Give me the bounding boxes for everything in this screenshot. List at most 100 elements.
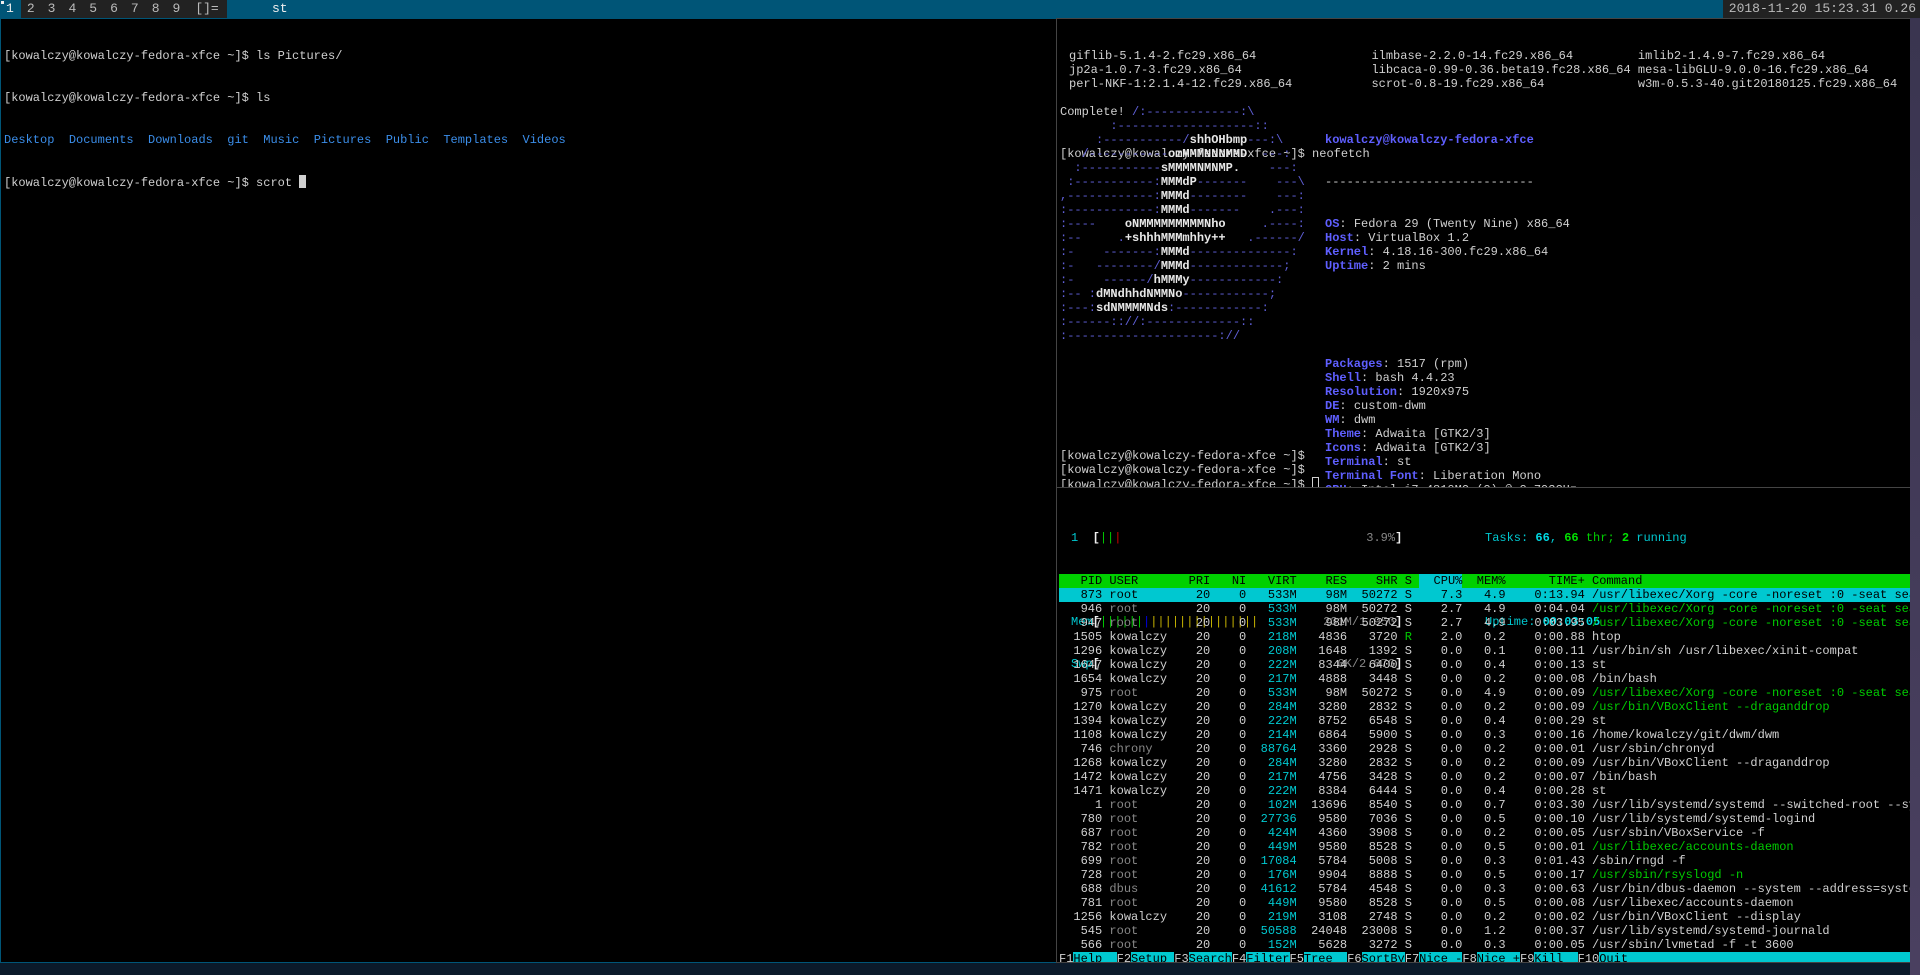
tag-7[interactable]: 7 — [125, 0, 146, 18]
fkey-f2[interactable]: F2Setup — [1116, 952, 1175, 962]
info-key: Host — [1325, 231, 1354, 245]
terminal-line: [kowalczy@kowalczy-fedora-xfce ~]$ — [1060, 449, 1313, 463]
command-input[interactable]: scrot — [256, 176, 299, 190]
table-row[interactable]: 728 root 20 0 176M 9904 8888 S 0.0 0.5 0… — [1059, 868, 1915, 882]
fkey-f7[interactable]: F7Nice - — [1404, 952, 1463, 962]
tag-9[interactable]: 9 — [167, 0, 188, 18]
table-row[interactable]: 566 root 20 0 152M 5628 3272 S 0.0 0.3 0… — [1059, 938, 1915, 952]
fkey-f5[interactable]: F5Tree — [1289, 952, 1348, 962]
cell-mem: 0.2 — [1462, 770, 1506, 784]
column-header-time[interactable]: TIME+ — [1506, 574, 1585, 588]
fkey-f8[interactable]: F8Nice + — [1462, 952, 1520, 962]
terminal-window-left[interactable]: [kowalczy@kowalczy-fedora-xfce ~]$ ls Pi… — [0, 18, 1057, 963]
table-row[interactable]: 687 root 20 0 424M 4360 3908 S 0.0 0.2 0… — [1059, 826, 1915, 840]
table-row[interactable]: 1471 kowalczy 20 0 222M 8384 6444 S 0.0 … — [1059, 784, 1915, 798]
prompt: [kowalczy@kowalczy-fedora-xfce ~]$ — [4, 176, 257, 190]
cell-ni: 0 — [1210, 854, 1247, 868]
cell-ni: 0 — [1210, 588, 1247, 602]
directory-entry[interactable]: Music — [263, 133, 313, 147]
ls-output: Desktop Documents Downloads git Music Pi… — [4, 133, 566, 147]
fkey-f6[interactable]: F6SortBy — [1347, 952, 1405, 962]
fkey-f10[interactable]: F10Quit — [1577, 952, 1629, 962]
layout-symbol[interactable]: []= — [187, 0, 226, 18]
table-row[interactable]: 1647 kowalczy 20 0 222M 8344 6400 S 0.0 … — [1059, 658, 1915, 672]
table-row[interactable]: 1108 kowalczy 20 0 214M 6864 5900 S 0.0 … — [1059, 728, 1915, 742]
meter-value: 3.9% — [1366, 531, 1396, 545]
cell-user: kowalczy — [1102, 644, 1175, 658]
fkey-f1[interactable]: F1Help — [1059, 952, 1117, 962]
cell-mem: 4.9 — [1462, 588, 1506, 602]
table-row[interactable]: 781 root 20 0 449M 9580 8528 S 0.0 0.5 0… — [1059, 896, 1915, 910]
column-header-s[interactable]: S — [1398, 574, 1420, 588]
cell-pid: 946 — [1059, 602, 1103, 616]
terminal-window-htop[interactable]: 1 [||| 3.9%] 2 [|||||||| 13.2%] Mem[||||… — [1056, 487, 1920, 963]
column-header-pid[interactable]: PID — [1059, 574, 1103, 588]
cell-res: 9580 — [1296, 840, 1348, 854]
directory-entry[interactable]: Desktop — [4, 133, 69, 147]
column-header-res[interactable]: RES — [1297, 574, 1347, 588]
column-header-ni[interactable]: NI — [1210, 574, 1246, 588]
directory-entry[interactable]: Videos — [523, 133, 566, 147]
terminal-input-line[interactable]: [kowalczy@kowalczy-fedora-xfce ~]$ scrot — [4, 175, 566, 190]
cell-virt: 284M — [1246, 700, 1297, 714]
table-row[interactable]: 947 root 20 0 533M 98M 50272 S 2.7 4.9 0… — [1059, 616, 1919, 630]
column-header-command[interactable]: Command — [1585, 574, 1642, 588]
table-row[interactable]: 1268 kowalczy 20 0 284M 3280 2832 S 0.0 … — [1059, 756, 1915, 770]
table-row[interactable]: 1 root 20 0 102M 13696 8540 S 0.0 0.7 0:… — [1059, 798, 1919, 812]
tag-3[interactable]: 3 — [42, 0, 63, 18]
tag-5[interactable]: 5 — [83, 0, 104, 18]
tag-1[interactable]: 1 — [0, 0, 21, 18]
cell-virt: 214M — [1246, 728, 1297, 742]
table-row[interactable]: 1270 kowalczy 20 0 284M 3280 2832 S 0.0 … — [1059, 700, 1915, 714]
column-header-mem[interactable]: MEM% — [1462, 574, 1506, 588]
cell-time: 0:00.01 — [1505, 840, 1585, 854]
table-row[interactable]: 746 chrony 20 0 88764 3360 2928 S 0.0 0.… — [1059, 742, 1915, 756]
cell-pri: 20 — [1174, 756, 1211, 770]
column-header-user[interactable]: USER — [1102, 574, 1174, 588]
tag-6[interactable]: 6 — [104, 0, 125, 18]
table-row[interactable]: 688 dbus 20 0 41612 5784 4548 S 0.0 0.3 … — [1059, 882, 1919, 896]
info-value: Liberation Mono — [1433, 469, 1542, 483]
table-row[interactable]: 1256 kowalczy 20 0 219M 3108 2748 S 0.0 … — [1059, 910, 1915, 924]
table-row[interactable]: 946 root 20 0 533M 98M 50272 S 2.7 4.9 0… — [1059, 602, 1919, 616]
directory-entry[interactable]: Documents — [69, 133, 148, 147]
cell-command: htop — [1584, 630, 1621, 644]
table-row[interactable]: 975 root 20 0 533M 98M 50272 S 0.0 4.9 0… — [1059, 686, 1919, 700]
cell-time: 0:00.08 — [1505, 896, 1585, 910]
table-row[interactable]: 782 root 20 0 449M 9580 8528 S 0.0 0.5 0… — [1059, 840, 1915, 854]
table-row[interactable]: 1296 kowalczy 20 0 208M 1648 1392 S 0.0 … — [1059, 644, 1915, 658]
package-name: libcaca-0.99-0.36.beta19.fc28.x86_64 — [1371, 63, 1638, 77]
table-row[interactable]: 699 root 20 0 17084 5784 5008 S 0.0 0.3 … — [1059, 854, 1915, 868]
cell-s: S — [1397, 840, 1420, 854]
directory-entry[interactable]: Public — [386, 133, 444, 147]
column-header-virt[interactable]: VIRT — [1246, 574, 1297, 588]
tag-2[interactable]: 2 — [21, 0, 42, 18]
table-row[interactable]: 1472 kowalczy 20 0 217M 4756 3428 S 0.0 … — [1059, 770, 1915, 784]
directory-entry[interactable]: Templates — [443, 133, 522, 147]
tag-8[interactable]: 8 — [146, 0, 167, 18]
fkey-f3[interactable]: F3Search — [1174, 952, 1232, 962]
column-header-shr[interactable]: SHR — [1347, 574, 1398, 588]
cell-s: S — [1397, 798, 1420, 812]
cell-shr: 8528 — [1347, 896, 1398, 910]
table-row[interactable]: 1505 kowalczy 20 0 218M 4836 3720 R 2.0 … — [1059, 630, 1915, 644]
table-row[interactable]: 1654 kowalczy 20 0 217M 4888 3448 S 0.0 … — [1059, 672, 1915, 686]
fkey-f9[interactable]: F9Kill — [1520, 952, 1578, 962]
tag-4[interactable]: 4 — [62, 0, 83, 18]
cell-virt: 102M — [1246, 798, 1297, 812]
terminal-window-neofetch[interactable]: giflib-5.1.4-2.fc29.x86_64 ilmbase-2.2.0… — [1056, 18, 1920, 488]
table-row[interactable]: 1394 kowalczy 20 0 222M 8752 6548 S 0.0 … — [1059, 714, 1915, 728]
table-row[interactable]: 780 root 20 0 27736 9580 7036 S 0.0 0.5 … — [1059, 812, 1915, 826]
cell-cpu: 0.0 — [1419, 714, 1463, 728]
column-header-cpu[interactable]: CPU% — [1419, 574, 1463, 588]
directory-entry[interactable]: git — [227, 133, 263, 147]
directory-entry[interactable]: Pictures — [314, 133, 386, 147]
fkey-f4[interactable]: F4Filter — [1231, 952, 1290, 962]
directory-entry[interactable]: Downloads — [148, 133, 227, 147]
cell-user: kowalczy — [1102, 728, 1175, 742]
cell-res: 98M — [1296, 602, 1348, 616]
cell-pri: 20 — [1174, 588, 1211, 602]
table-row[interactable]: 873 root 20 0 533M 98M 50272 S 7.3 4.9 0… — [1059, 588, 1919, 602]
column-header-pri[interactable]: PRI — [1174, 574, 1211, 588]
table-row[interactable]: 545 root 20 0 50588 24048 23008 S 0.0 1.… — [1059, 924, 1915, 938]
